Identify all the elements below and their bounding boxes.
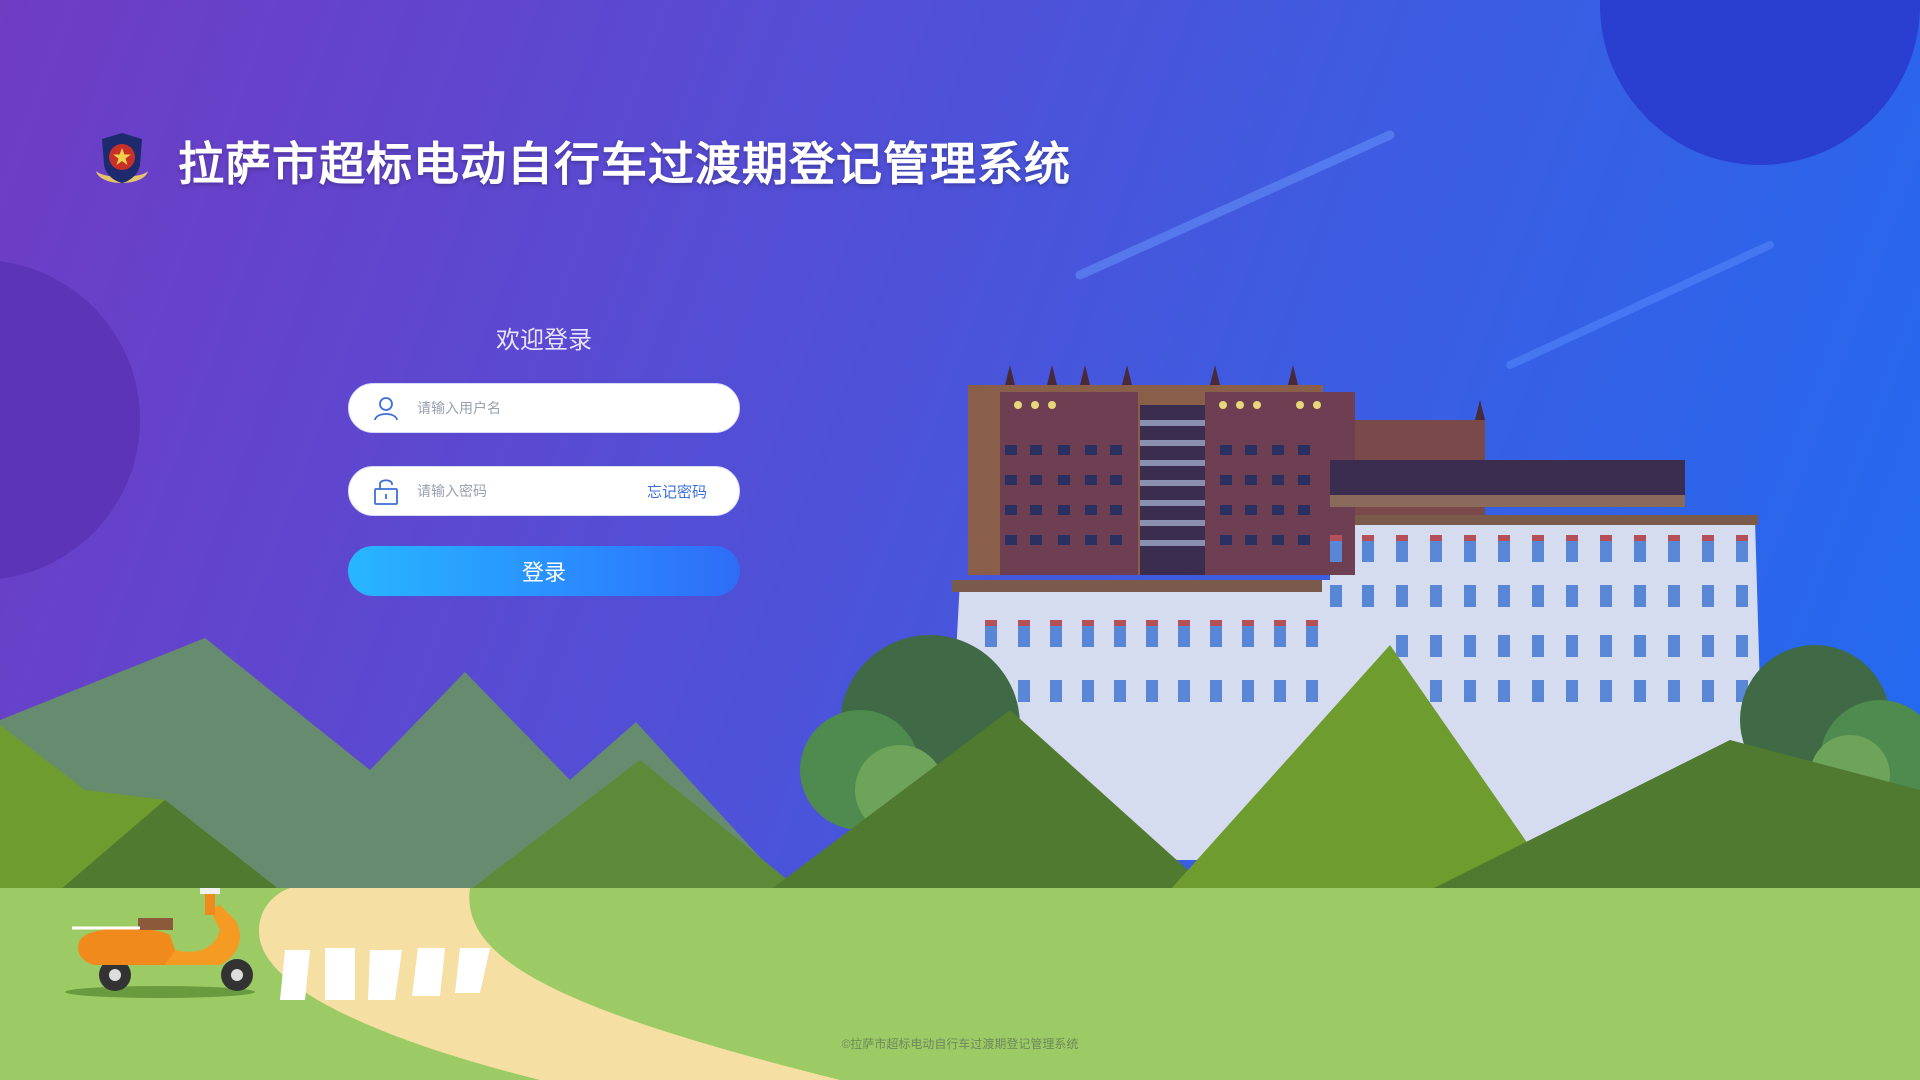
password-input[interactable] (415, 482, 619, 500)
decor-streak-1 (1075, 130, 1395, 280)
footer-copyright: ©拉萨市超标电动自行车过渡期登记管理系统 (841, 1037, 1079, 1051)
password-field[interactable]: 忘记密码 (348, 466, 740, 516)
login-button[interactable]: 登录 (348, 546, 740, 596)
page-title: 拉萨市超标电动自行车过渡期登记管理系统 (178, 137, 1071, 191)
decor-circle-top-right (1600, 0, 1920, 165)
lock-icon (371, 476, 401, 506)
app-header: 拉萨市超标电动自行车过渡期登记管理系统 (90, 128, 1071, 194)
forgot-password-link[interactable]: 忘记密码 (647, 481, 707, 502)
username-field[interactable] (348, 383, 740, 433)
decor-circle-left (0, 261, 140, 579)
decor-streak-2 (1506, 241, 1774, 369)
welcome-heading: 欢迎登录 (496, 327, 592, 354)
police-emblem-icon (90, 129, 154, 193)
user-icon (371, 393, 401, 423)
username-input[interactable] (415, 399, 619, 417)
login-panel: 欢迎登录 忘记密码 登录 (348, 320, 740, 596)
